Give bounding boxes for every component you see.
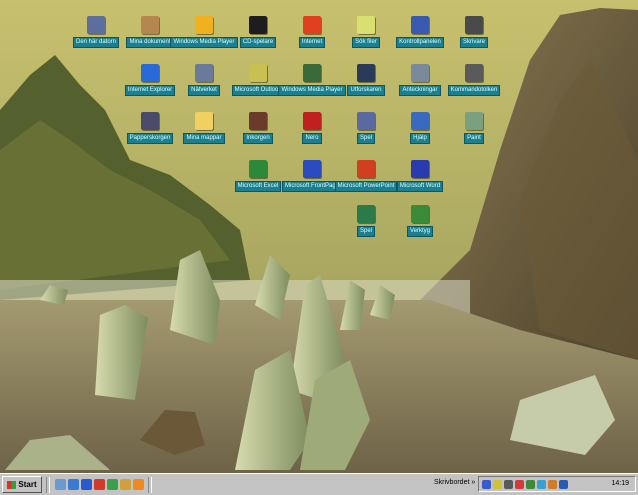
nero-icon [303, 112, 321, 130]
internet-explorer-icon[interactable] [81, 479, 92, 490]
outlook-icon [249, 64, 267, 82]
desktop-shortcut-label: Nero [302, 133, 322, 144]
messenger-tray-icon[interactable] [537, 479, 546, 489]
explorer-icon [357, 64, 375, 82]
desktop-shortcut[interactable]: Paint [442, 112, 506, 156]
help-icon [411, 112, 429, 130]
internet-icon [303, 16, 321, 34]
desktop-shortcut-label: Skrivare [459, 37, 488, 48]
modem-tray-icon[interactable] [526, 479, 535, 489]
media-player-icon [195, 16, 213, 34]
mail-icon[interactable] [120, 479, 131, 490]
games-icon [357, 112, 375, 130]
desktop-shortcut[interactable]: Kommandotolken [442, 64, 506, 108]
paint-icon [465, 112, 483, 130]
antivirus-tray-icon[interactable] [515, 479, 524, 489]
tools-icon [411, 205, 429, 223]
network-tray-icon[interactable] [482, 479, 491, 489]
desktop-shortcut-label: Kommandotolken [447, 85, 501, 96]
media-icon [303, 64, 321, 82]
taskbar-separator [46, 476, 50, 493]
desktop-shortcut-label: Mina dokument [126, 37, 174, 48]
excel-icon [249, 160, 267, 178]
frontpage-icon [303, 160, 321, 178]
start-label: Start [18, 480, 37, 489]
desktop-shortcut-label: Sök filer [352, 37, 380, 48]
desktop-toolbar-label[interactable]: Skrivbordet » [434, 479, 475, 486]
desktop-shortcut-label: Microsoft Excel [234, 181, 282, 192]
desktop-shortcut-label: Internet Explorer [124, 85, 176, 96]
system-tray: 14:19 [478, 476, 636, 492]
windows-logo-icon [7, 480, 17, 489]
desktop-shortcut[interactable]: Microsoft Word [388, 160, 452, 204]
notepad-icon [411, 64, 429, 82]
recycle-bin-icon [141, 112, 159, 130]
command-prompt-icon [465, 64, 483, 82]
start-button[interactable]: Start [2, 476, 42, 493]
desktop-shortcut-label: Verktyg [406, 226, 433, 237]
desktop-shortcut[interactable]: Verktyg [388, 205, 452, 249]
desktop-shortcut-label: Paint [464, 133, 484, 144]
desktop-shortcut-label: CD-spelare [239, 37, 277, 48]
taskbar-separator [148, 476, 152, 493]
computer-icon [87, 16, 105, 34]
volume-tray-icon[interactable] [493, 479, 502, 489]
desktop-shortcut-label: Kontrollpanelen [396, 37, 444, 48]
desktop-shortcut-label: Hjälp [410, 133, 430, 144]
desktop-icon[interactable] [55, 479, 66, 490]
quick-launch-bar [55, 479, 144, 490]
word-icon [411, 160, 429, 178]
desktop-shortcut-label: Inkorgen [243, 133, 273, 144]
internet-explorer-icon [141, 64, 159, 82]
media-play-icon[interactable] [133, 479, 144, 490]
display-tray-icon[interactable] [559, 479, 568, 489]
desktop-shortcut-label: Internet [298, 37, 326, 48]
channels-icon[interactable] [107, 479, 118, 490]
desktop-shortcut-label: Spel [356, 226, 375, 237]
desktop-shortcut-label: Den här datorn [72, 37, 120, 48]
printer-tray-icon[interactable] [504, 479, 513, 489]
desktop-shortcut-label: Mina mappar [183, 133, 225, 144]
desktop-shortcut-label: Nätverket [188, 85, 220, 96]
search-icon [357, 16, 375, 34]
taskbar: Start Skrivbordet » 14:19 [0, 473, 638, 495]
desktop-shortcut-label: Microsoft Outlook [231, 85, 285, 96]
person-icon [141, 16, 159, 34]
inbox-icon [249, 112, 267, 130]
desktop-shortcut-label: Spel [356, 133, 375, 144]
cd-icon [249, 16, 267, 34]
game-icon [357, 205, 375, 223]
desktop-shortcut-label: Papperskorgen [126, 133, 174, 144]
desktop[interactable]: Den här datorn Mina dokument Windows Media… [0, 0, 638, 473]
outlook-express-icon[interactable] [68, 479, 79, 490]
update-tray-icon[interactable] [548, 479, 557, 489]
network-icon [195, 64, 213, 82]
printer-icon [465, 16, 483, 34]
desktop-shortcut-label: Microsoft FrontPage [281, 181, 343, 192]
desktop-shortcut-label: Utforskaren [347, 85, 385, 96]
folder-icon [195, 112, 213, 130]
powerpoint-icon [357, 160, 375, 178]
clock[interactable]: 14:19 [611, 480, 629, 487]
desktop-shortcut[interactable]: Skrivare [442, 16, 506, 60]
control-panel-icon [411, 16, 429, 34]
desktop-shortcut-label: Microsoft Word [396, 181, 444, 192]
media-player-icon[interactable] [94, 479, 105, 490]
desktop-shortcut-label: Anteckningar [399, 85, 441, 96]
